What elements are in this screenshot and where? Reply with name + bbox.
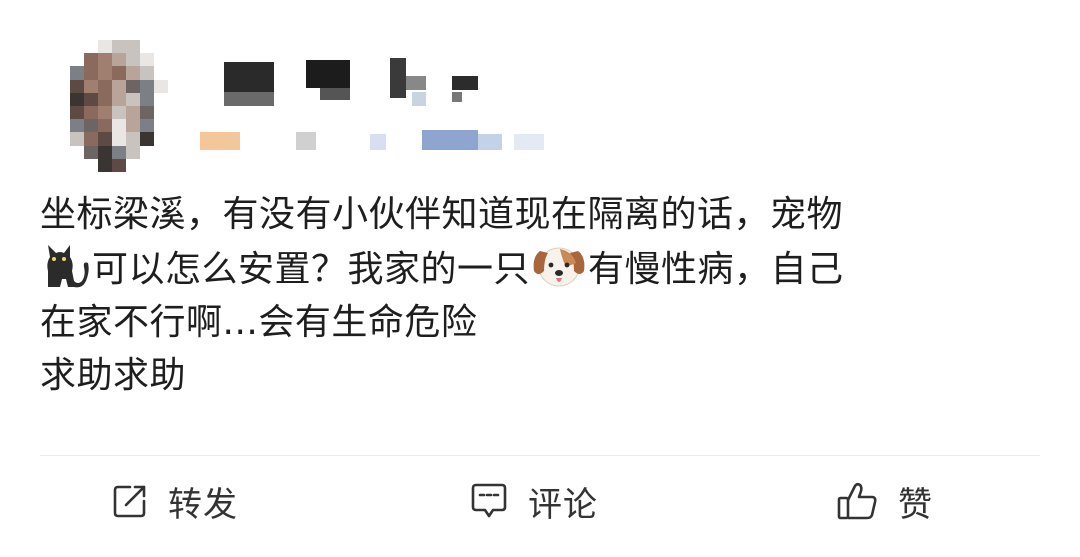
like-label: 赞 — [898, 484, 933, 525]
cat-emoji — [40, 241, 92, 288]
username-censored[interactable] — [220, 56, 510, 112]
post-meta-censored — [200, 128, 580, 154]
thumbs-up-icon — [836, 480, 880, 522]
comment-label: 评论 — [528, 484, 598, 525]
content-line: 坐标梁溪，有没有小伙伴知道现在隔离的话，宠物 — [40, 194, 844, 235]
weibo-post-card: 坐标梁溪，有没有小伙伴知道现在隔离的话，宠物 可以怎么安置？我家的一只 有慢性病… — [0, 0, 1080, 557]
action-bar: 转发 评论 赞 — [0, 462, 1080, 542]
repost-button[interactable]: 转发 — [110, 476, 238, 526]
repost-icon — [110, 481, 150, 521]
content-line: 可以怎么安置？我家的一只 有慢性病，自己 — [40, 241, 1050, 296]
dog-face-emoji — [530, 241, 588, 287]
post-content: 坐标梁溪，有没有小伙伴知道现在隔离的话，宠物 可以怎么安置？我家的一只 有慢性病… — [40, 188, 1050, 402]
repost-label: 转发 — [168, 484, 238, 525]
comment-icon — [468, 481, 510, 521]
content-text: 可以怎么安置？我家的一只 — [92, 249, 531, 290]
content-line: 求助求助 — [40, 355, 187, 396]
content-text: 有慢性病，自己 — [588, 249, 844, 290]
like-button[interactable]: 赞 — [836, 476, 933, 526]
content-line: 在家不行啊...会有生命危险 — [40, 302, 478, 343]
comment-button[interactable]: 评论 — [468, 476, 598, 526]
avatar[interactable] — [56, 40, 168, 172]
divider — [40, 455, 1040, 456]
